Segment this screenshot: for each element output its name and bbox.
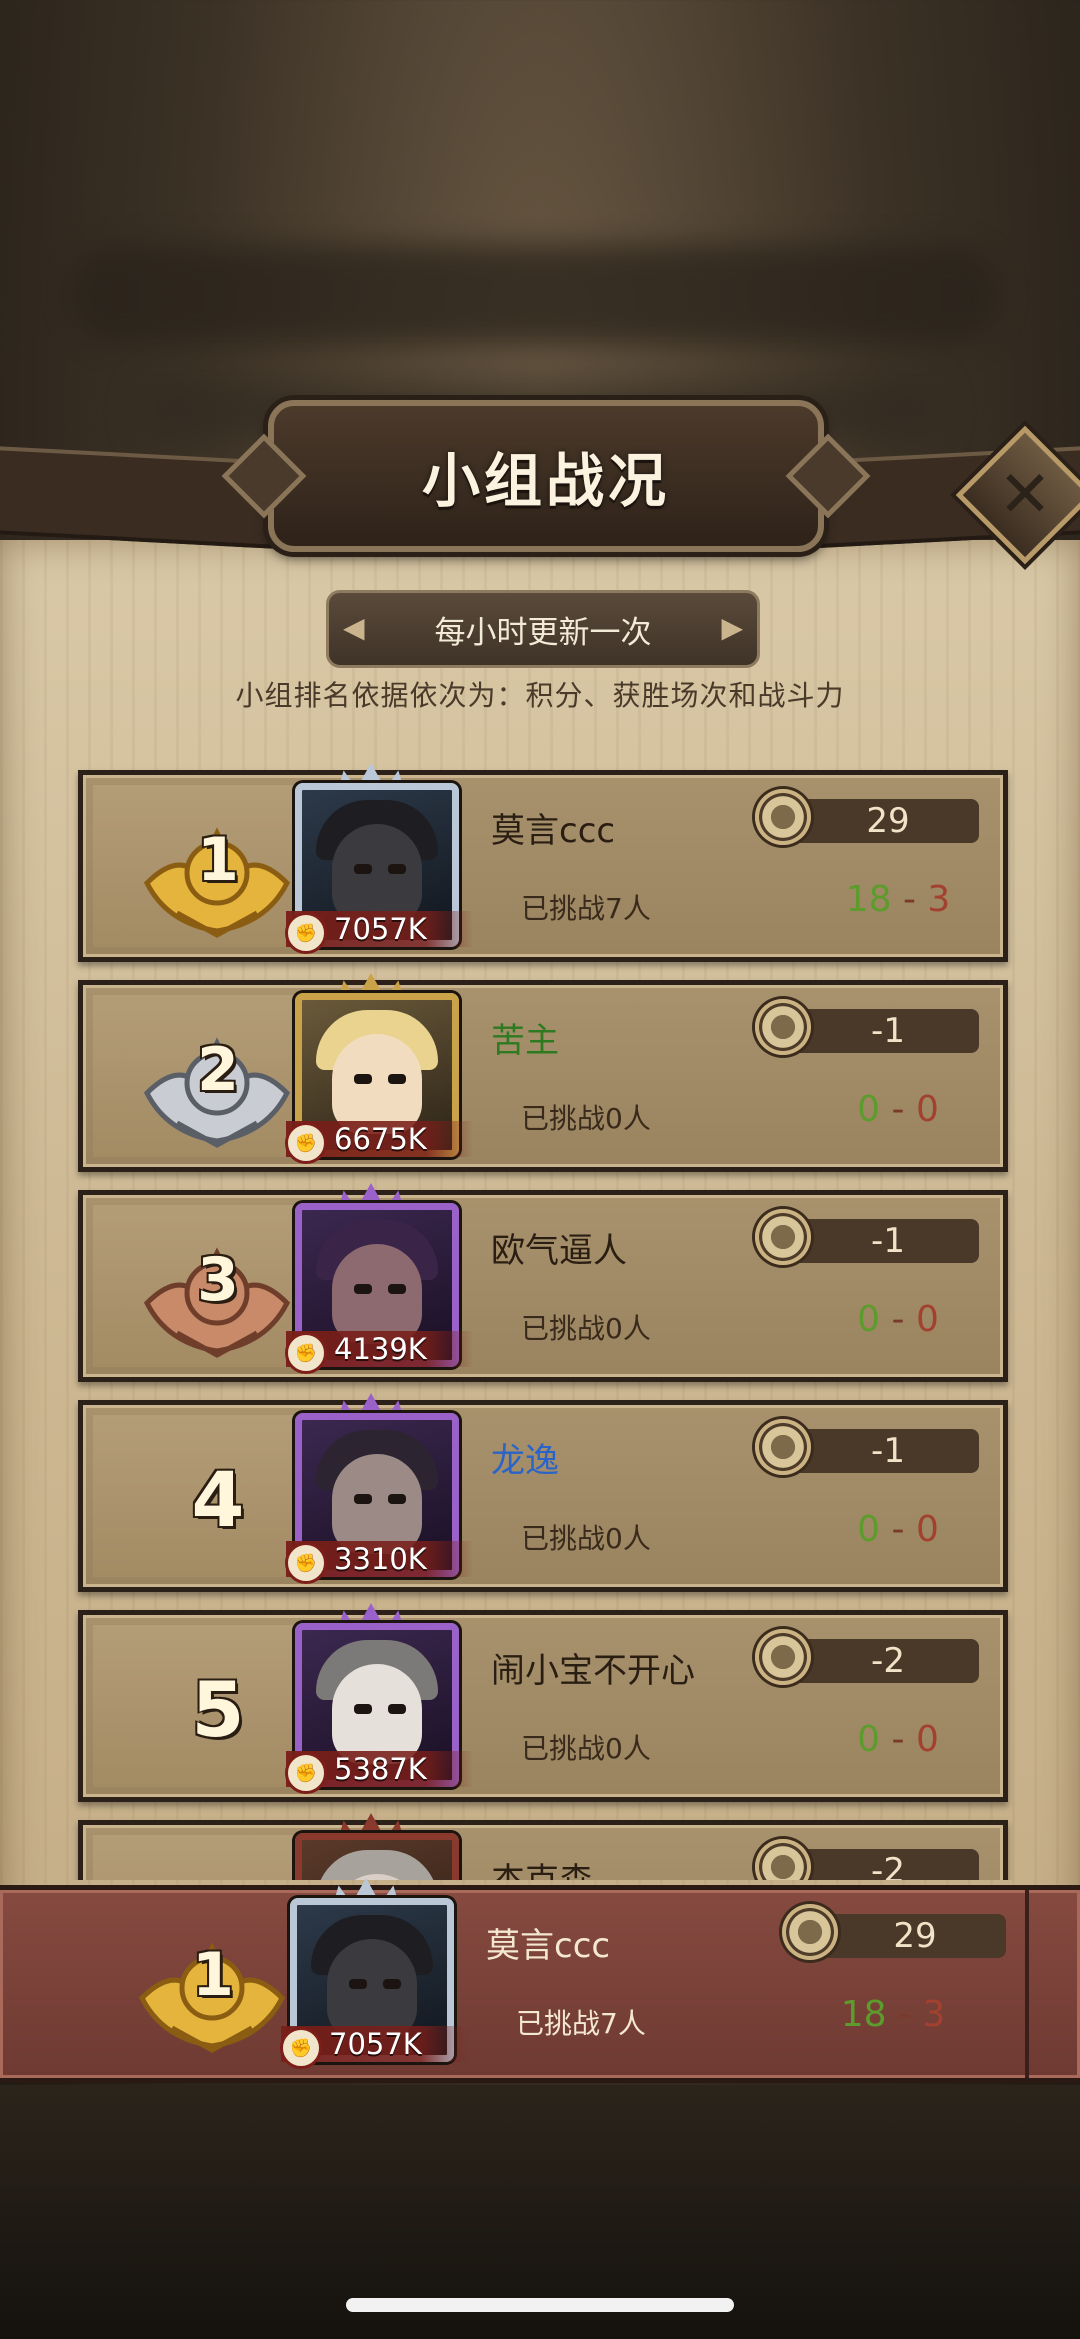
score-emblem-icon bbox=[755, 789, 811, 845]
avatar-eye bbox=[354, 864, 372, 874]
avatar-eye bbox=[354, 1494, 372, 1504]
challenged-count: 已挑战7人 bbox=[516, 2007, 646, 2040]
score-emblem-icon bbox=[755, 1419, 811, 1475]
player-avatar[interactable] bbox=[281, 1813, 461, 1880]
avatar-eye bbox=[349, 1979, 367, 1989]
avatar-eye bbox=[388, 864, 406, 874]
player-name: 杰克森 bbox=[491, 1853, 593, 1880]
fist-icon: ✊ bbox=[285, 1122, 327, 1164]
player-name: 欧气逼人 bbox=[491, 1231, 627, 1271]
win-loss-record: 18 - 3 bbox=[823, 879, 973, 920]
refresh-notice-pill: ◀ 每小时更新一次 ▶ bbox=[326, 590, 760, 668]
player-name: 莫言ccc bbox=[491, 811, 616, 851]
avatar-eye bbox=[354, 1284, 372, 1294]
score-emblem-icon bbox=[755, 1839, 811, 1880]
score-emblem-icon bbox=[755, 1629, 811, 1685]
player-name: 闹小宝不开心 bbox=[491, 1651, 695, 1691]
home-indicator[interactable] bbox=[346, 2298, 734, 2312]
win-loss-separator: - bbox=[880, 1719, 916, 1760]
chevron-right-icon: ▶ bbox=[721, 611, 743, 644]
avatar-eye bbox=[354, 1704, 372, 1714]
fist-icon: ✊ bbox=[280, 2027, 322, 2069]
challenged-count: 已挑战0人 bbox=[521, 1732, 651, 1765]
avatar-eye bbox=[354, 1074, 372, 1084]
my-rank-content: 1 7057K ✊ 莫言ccc 29 已挑战7人 18 - 3 bbox=[78, 1878, 1028, 2078]
challenged-count: 已挑战0人 bbox=[521, 1312, 651, 1345]
losses-count: 0 bbox=[915, 1299, 939, 1340]
title-plate: 小组战况 bbox=[268, 400, 824, 552]
wins-count: 0 bbox=[857, 1719, 881, 1760]
win-loss-record: 0 - 0 bbox=[823, 1089, 973, 1130]
close-x-icon[interactable]: ✕ bbox=[976, 446, 1074, 544]
avatar-face bbox=[332, 1034, 422, 1134]
ranking-row[interactable]: 5 5387K ✊ 闹小宝不开心 -2 已挑战0人 0 - 0 bbox=[78, 1603, 1008, 1802]
wins-count: 0 bbox=[857, 1299, 881, 1340]
ranking-row[interactable]: 1 7057K ✊ 莫言ccc 29 已挑战7人 18 - 3 bbox=[78, 763, 1008, 962]
avatar-face bbox=[332, 1454, 422, 1554]
player-avatar[interactable]: 7057K ✊ bbox=[276, 1878, 468, 2074]
fist-icon: ✊ bbox=[285, 1752, 327, 1794]
ranking-row[interactable]: 2 6675K ✊ 苦主 -1 已挑战0人 0 - 0 bbox=[78, 973, 1008, 1172]
losses-count: 0 bbox=[915, 1089, 939, 1130]
background-blurred-bar bbox=[70, 245, 1000, 345]
avatar-frame bbox=[295, 1833, 459, 1880]
avatar-eye bbox=[388, 1074, 406, 1084]
win-loss-record: 0 - 0 bbox=[823, 1719, 973, 1760]
player-avatar[interactable]: 3310K ✊ bbox=[281, 1393, 473, 1589]
win-loss-separator: - bbox=[891, 879, 928, 920]
score-emblem-icon bbox=[755, 1209, 811, 1265]
wins-count: 18 bbox=[840, 1994, 887, 2035]
avatar-face bbox=[332, 1244, 422, 1344]
player-avatar[interactable]: 7057K ✊ bbox=[281, 763, 473, 959]
win-loss-record: 18 - 3 bbox=[818, 1994, 968, 2035]
player-name: 莫言ccc bbox=[486, 1926, 611, 1966]
avatar-eye bbox=[388, 1704, 406, 1714]
player-avatar[interactable]: 4139K ✊ bbox=[281, 1183, 473, 1379]
avatar-face bbox=[332, 824, 422, 924]
avatar-eye bbox=[388, 1284, 406, 1294]
fist-icon: ✊ bbox=[285, 1332, 327, 1374]
score-emblem-icon bbox=[782, 1904, 838, 1960]
win-loss-separator: - bbox=[886, 1994, 923, 2035]
avatar-eye bbox=[388, 1494, 406, 1504]
player-name: 苦主 bbox=[491, 1021, 559, 1061]
win-loss-separator: - bbox=[880, 1089, 916, 1130]
score-emblem-icon bbox=[755, 999, 811, 1055]
losses-count: 0 bbox=[915, 1509, 939, 1550]
losses-count: 3 bbox=[927, 879, 951, 920]
losses-count: 3 bbox=[922, 1994, 946, 2035]
ranking-row[interactable]: 3 4139K ✊ 欧气逼人 -1 已挑战0人 0 - 0 bbox=[78, 1183, 1008, 1382]
wins-count: 18 bbox=[845, 879, 892, 920]
fist-icon: ✊ bbox=[285, 912, 327, 954]
avatar-face bbox=[327, 1939, 417, 2039]
win-loss-record: 0 - 0 bbox=[823, 1509, 973, 1550]
win-loss-separator: - bbox=[880, 1509, 916, 1550]
wins-count: 0 bbox=[857, 1509, 881, 1550]
ranking-row[interactable]: 4 3310K ✊ 龙逸 -1 已挑战0人 0 - 0 bbox=[78, 1393, 1008, 1592]
ranking-list[interactable]: 1 7057K ✊ 莫言ccc 29 已挑战7人 18 - 3 2 6675K … bbox=[0, 760, 1080, 1880]
player-avatar[interactable]: 5387K ✊ bbox=[281, 1603, 473, 1799]
win-loss-separator: - bbox=[880, 1299, 916, 1340]
page-title: 小组战况 bbox=[421, 447, 670, 515]
my-rank-row[interactable]: 1 7057K ✊ 莫言ccc 29 已挑战7人 18 - 3 bbox=[0, 1878, 1080, 2083]
refresh-notice-text: 每小时更新一次 bbox=[434, 614, 652, 651]
avatar-eye bbox=[383, 1979, 401, 1989]
chevron-left-icon: ◀ bbox=[343, 611, 365, 644]
losses-count: 0 bbox=[915, 1719, 939, 1760]
challenged-count: 已挑战0人 bbox=[521, 1522, 651, 1555]
win-loss-record: 0 - 0 bbox=[823, 1299, 973, 1340]
ranking-rule-text: 小组排名依据依次为：积分、获胜场次和战斗力 bbox=[235, 679, 845, 712]
wins-count: 0 bbox=[857, 1089, 881, 1130]
fist-icon: ✊ bbox=[285, 1542, 327, 1584]
challenged-count: 已挑战7人 bbox=[521, 892, 651, 925]
player-name: 龙逸 bbox=[491, 1441, 559, 1481]
avatar-face bbox=[332, 1664, 422, 1764]
challenged-count: 已挑战0人 bbox=[521, 1102, 651, 1135]
player-avatar[interactable]: 6675K ✊ bbox=[281, 973, 473, 1169]
ranking-row[interactable]: 杰克森 -2 bbox=[78, 1813, 1008, 1880]
